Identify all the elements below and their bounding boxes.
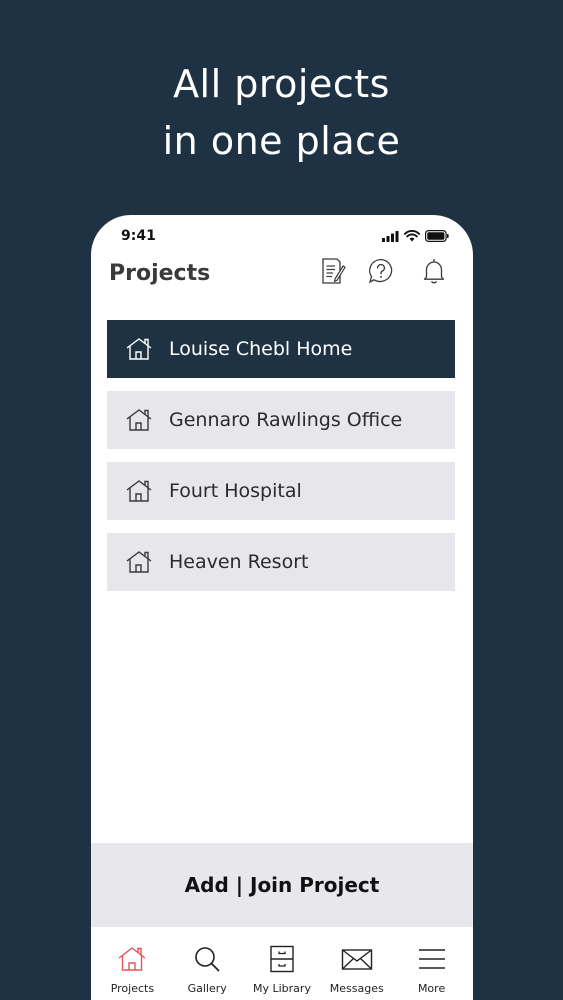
cabinet-icon — [270, 945, 294, 973]
house-icon — [126, 480, 152, 502]
nav-item-messages[interactable]: Messages — [320, 927, 394, 1000]
bottom-nav: Projects Gallery My Library Messages Mor… — [91, 927, 473, 1000]
nav-label: My Library — [253, 982, 311, 995]
house-icon — [126, 551, 152, 573]
nav-label: Projects — [110, 982, 155, 995]
battery-icon — [425, 230, 449, 242]
search-icon — [195, 947, 220, 972]
project-item-louise-chebl-home[interactable]: Louise Chebl Home — [107, 320, 455, 378]
wifi-icon — [404, 230, 420, 242]
promo-headline-line1: All projects — [173, 62, 390, 106]
project-name: Fourt Hospital — [169, 480, 302, 502]
promo-headline-line2: in one place — [162, 119, 401, 163]
document-edit-icon[interactable] — [319, 257, 347, 285]
nav-label: More — [417, 982, 446, 995]
page-title: Projects — [109, 261, 211, 286]
status-time: 9:41 — [121, 228, 156, 244]
project-name: Gennaro Rawlings Office — [169, 409, 403, 431]
house-icon — [126, 338, 152, 360]
nav-item-my-library[interactable]: My Library — [245, 927, 319, 1000]
envelope-icon — [341, 949, 372, 970]
nav-item-projects[interactable]: Projects — [95, 927, 169, 1000]
project-item-gennaro-rawlings-office[interactable]: Gennaro Rawlings Office — [107, 391, 455, 449]
project-item-fourt-hospital[interactable]: Fourt Hospital — [107, 462, 455, 520]
nav-item-more[interactable]: More — [395, 927, 469, 1000]
project-list: Louise Chebl Home Gennaro Rawlings Offic… — [107, 320, 455, 604]
project-name: Louise Chebl Home — [169, 338, 353, 360]
promo-headline: All projects in one place — [0, 56, 563, 170]
status-icons — [382, 230, 449, 242]
menu-icon — [418, 949, 445, 969]
help-icon[interactable] — [367, 257, 395, 285]
project-name: Heaven Resort — [169, 551, 309, 573]
house-icon — [126, 409, 152, 431]
house-icon — [118, 947, 146, 971]
project-item-heaven-resort[interactable]: Heaven Resort — [107, 533, 455, 591]
add-join-project-button[interactable]: Add | Join Project — [91, 843, 473, 927]
nav-item-gallery[interactable]: Gallery — [170, 927, 244, 1000]
cellular-signal-icon — [382, 230, 399, 242]
nav-label: Gallery — [187, 982, 227, 995]
phone-screen: 9:41 Projects Louise Chebl Home Gennaro … — [91, 215, 473, 1000]
bell-icon[interactable] — [420, 257, 448, 285]
nav-label: Messages — [329, 982, 384, 995]
